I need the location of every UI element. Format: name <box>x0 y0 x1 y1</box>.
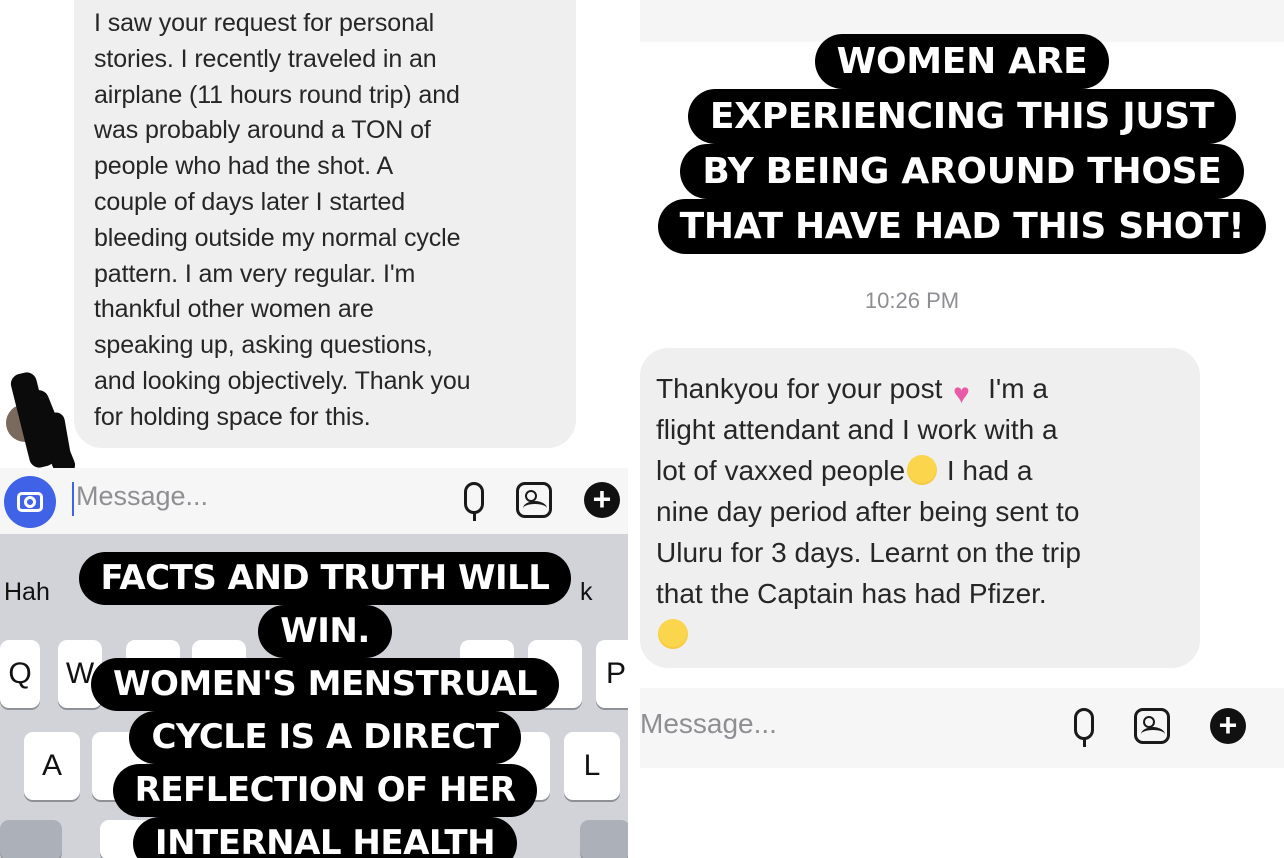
image-icon[interactable] <box>516 482 552 518</box>
right-screenshot: WOMEN ARE EXPERIENCING THIS JUST BY BEIN… <box>640 0 1284 858</box>
message-bubble: Thankyou for your post ♥ I'm a flight att… <box>640 348 1200 668</box>
microphone-icon[interactable] <box>464 482 484 521</box>
pleading-face-emoji <box>658 619 688 649</box>
panel-divider <box>628 0 640 858</box>
crying-face-emoji <box>907 455 938 485</box>
story-text-line: WIN. <box>258 605 392 658</box>
image-icon[interactable] <box>1134 708 1170 744</box>
key-q[interactable]: Q <box>0 640 40 708</box>
message-timestamp: 10:26 PM <box>864 288 960 313</box>
story-text-overlay: FACTS AND TRUTH WILL WIN. WOMEN'S MENSTR… <box>40 552 610 858</box>
message-text: Thankyou for your post ♥ I'm a flight att… <box>656 368 1186 655</box>
message-bubble: I saw your request for personal stories.… <box>74 0 576 448</box>
story-text-line: THAT HAVE HAD THIS SHOT! <box>657 199 1267 254</box>
story-text-line: WOMEN ARE <box>814 34 1110 89</box>
microphone-icon[interactable] <box>1074 708 1094 747</box>
story-text-line: WOMEN'S MENSTRUAL <box>90 658 560 711</box>
story-text-line: INTERNAL HEALTH <box>132 817 518 858</box>
story-text-line: REFLECTION OF HER <box>112 764 538 817</box>
story-text-line: BY BEING AROUND THOSE <box>680 144 1244 199</box>
story-text-overlay: WOMEN ARE EXPERIENCING THIS JUST BY BEIN… <box>640 34 1284 254</box>
pink-heart-emoji: ♥ <box>953 378 970 409</box>
plus-icon[interactable]: + <box>1210 708 1246 744</box>
message-input[interactable]: Message... <box>76 481 208 512</box>
message-text: I saw your request for personal stories.… <box>94 9 471 431</box>
plus-icon[interactable]: + <box>584 482 620 518</box>
story-text-line: FACTS AND TRUTH WILL <box>78 552 572 605</box>
story-text-line: CYCLE IS A DIRECT <box>129 711 521 764</box>
story-text-line: EXPERIENCING THIS JUST <box>687 89 1237 144</box>
left-screenshot: I saw your request for personal stories.… <box>0 0 628 858</box>
message-input[interactable]: Message... <box>640 708 777 740</box>
camera-icon[interactable] <box>4 476 56 528</box>
text-cursor <box>72 482 74 516</box>
